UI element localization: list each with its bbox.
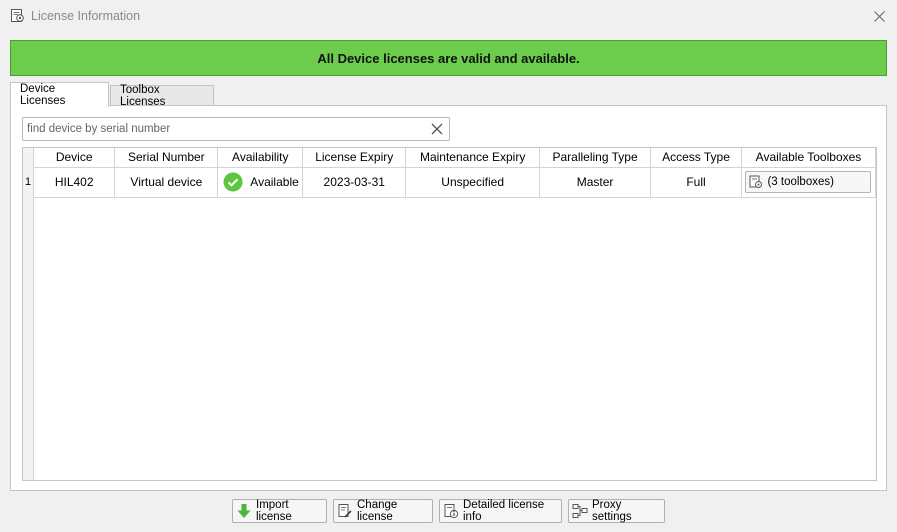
download-arrow-icon: [237, 504, 251, 518]
table-header-row: Device Serial Number Availability Licens…: [34, 148, 876, 168]
close-icon: [873, 10, 885, 22]
cell-device[interactable]: HIL402: [34, 167, 116, 198]
toolbox-license-icon: [749, 175, 763, 188]
detailed-license-info-button[interactable]: Detailed license info: [439, 499, 562, 523]
column-header-access-type[interactable]: Access Type: [650, 148, 742, 168]
cell-maintenance-expiry[interactable]: Unspecified: [405, 167, 541, 198]
toolboxes-label: (3 toolboxes): [767, 176, 834, 188]
cell-access-type[interactable]: Full: [650, 167, 742, 198]
column-header-license-expiry[interactable]: License Expiry: [302, 148, 407, 168]
license-status-banner: All Device licenses are valid and availa…: [10, 40, 887, 76]
network-icon: [572, 504, 588, 518]
license-info-icon: [444, 504, 459, 519]
license-icon: [11, 9, 24, 22]
cell-available-toolboxes: (3 toolboxes): [741, 167, 876, 198]
footer-toolbar: Import license Change license Detailed l…: [0, 499, 897, 523]
column-header-availability[interactable]: Availability: [217, 148, 304, 168]
edit-license-icon: [338, 504, 352, 518]
import-license-label: Import license: [256, 499, 292, 523]
column-header-maintenance-expiry[interactable]: Maintenance Expiry: [405, 148, 541, 168]
detailed-license-info-label: Detailed license info: [463, 499, 545, 523]
change-license-label: Change license: [357, 499, 398, 523]
cell-license-expiry[interactable]: 2023-03-31: [302, 167, 407, 198]
toolboxes-button[interactable]: (3 toolboxes): [745, 171, 872, 193]
column-header-device[interactable]: Device: [34, 148, 116, 168]
column-header-serial-number[interactable]: Serial Number: [114, 148, 219, 168]
license-table: Device Serial Number Availability Licens…: [34, 148, 876, 198]
clear-icon: [431, 123, 443, 135]
tab-device-licenses[interactable]: Device Licenses: [10, 82, 109, 107]
row-header-gutter: [23, 148, 34, 480]
column-header-available-toolboxes[interactable]: Available Toolboxes: [741, 148, 876, 168]
device-license-table: 1 Device Serial Number Availability Lice…: [22, 147, 877, 481]
clear-search-button[interactable]: [429, 121, 445, 137]
table-row[interactable]: HIL402 Virtual device Available 2023-03-…: [34, 167, 876, 198]
cell-paralleling-type[interactable]: Master: [539, 167, 652, 198]
check-icon: [223, 172, 243, 192]
change-license-button[interactable]: Change license: [333, 499, 433, 523]
row-number: 1: [25, 176, 32, 188]
availability-label: Available: [250, 175, 299, 189]
title-bar: License Information: [0, 0, 897, 32]
cell-availability[interactable]: Available: [217, 167, 304, 198]
import-license-button[interactable]: Import license: [232, 499, 327, 523]
proxy-settings-label: Proxy settings: [592, 499, 632, 523]
cell-serial-number[interactable]: Virtual device: [114, 167, 219, 198]
search-box: [22, 117, 450, 141]
search-input[interactable]: [23, 118, 423, 140]
device-licenses-panel: 1 Device Serial Number Availability Lice…: [10, 105, 887, 491]
column-header-paralleling-type[interactable]: Paralleling Type: [539, 148, 652, 168]
window-title: License Information: [31, 9, 141, 23]
close-button[interactable]: [867, 5, 891, 27]
proxy-settings-button[interactable]: Proxy settings: [568, 499, 665, 523]
tab-toolbox-licenses[interactable]: Toolbox Licenses: [110, 84, 214, 108]
